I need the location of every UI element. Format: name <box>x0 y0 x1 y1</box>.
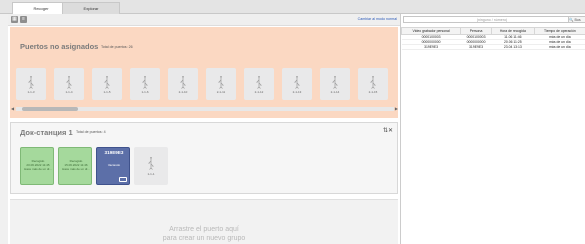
left-panel: ▦ ≡ Cambiar al modo normal Puertos no as… <box>8 14 400 244</box>
scroll-right-icon[interactable]: ▶ <box>395 106 398 111</box>
scroll-thumb[interactable] <box>22 107 78 111</box>
port-label: 2-1-13 <box>292 90 302 94</box>
search-button-label: Bus <box>574 18 581 22</box>
unassigned-port[interactable]: 2-1-10 <box>168 68 198 100</box>
unassigned-title: Puertos no asignados <box>20 42 99 51</box>
port-label: 1-1-1 <box>147 172 155 176</box>
tab-bar: Recoger Explorar <box>0 0 585 14</box>
new-group-dropzone[interactable]: Arrastre el puerto aquí para crear un nu… <box>10 199 398 244</box>
port-label: 2-1-10 <box>178 90 188 94</box>
column-header[interactable]: Persona <box>460 27 492 35</box>
unassigned-port[interactable]: 1-1-5 <box>92 68 122 100</box>
unassigned-port[interactable]: 2-1-11 <box>206 68 236 100</box>
dropzone-text: Arrastre el puerto aquí para crear un nu… <box>10 225 398 243</box>
unassigned-port[interactable]: 2-1-13 <box>282 68 312 100</box>
table-body: 0000100003 0000100003 11.06 11:46 más de un… <box>401 34 585 50</box>
unassigned-port[interactable]: 2-1-14 <box>320 68 350 100</box>
dock-port[interactable]: 319E9E3 Vaciando <box>96 147 130 185</box>
table-header: Video grabador personal Persona Hora de re… <box>400 27 585 35</box>
dock-title: Док-станция 1 <box>20 128 73 137</box>
dock-port[interactable]: 1-1-1 <box>134 147 168 185</box>
port-label: 1-1-4 <box>65 90 73 94</box>
column-header[interactable]: Tiempo de operación <box>533 27 585 35</box>
dropzone-line1: Arrastre el puerto aquí <box>169 226 239 233</box>
port-label: 2-1-14 <box>330 90 340 94</box>
scroll-left-icon[interactable]: ◀ <box>11 106 14 111</box>
dock-port[interactable]: Recogido 20.06.2022 11:45 Hace más de un d… <box>20 147 54 185</box>
column-header[interactable]: Video grabador personal <box>400 27 462 35</box>
table-cell: 319E9E3 <box>401 44 461 50</box>
list-view-icon[interactable]: ≡ <box>20 16 27 23</box>
toolbar: ▦ ≡ Cambiar al modo normal <box>8 14 400 26</box>
unassigned-port[interactable]: 2-1-12 <box>244 68 274 100</box>
port-label: 1-1-5 <box>103 90 111 94</box>
recordings-table: Video grabador personal Persona Hora de re… <box>400 27 585 50</box>
port-label: 2-1-11 <box>216 90 226 94</box>
tab-explorar[interactable]: Explorar <box>62 2 120 14</box>
table-cell: más de un día <box>534 44 585 50</box>
port-age: Hace más de un dí... <box>62 167 90 171</box>
grid-view-icon[interactable]: ▦ <box>11 16 18 23</box>
search-input[interactable]: (ninguno / número) <box>403 16 581 23</box>
port-label: 1-1-3 <box>27 90 35 94</box>
unassigned-port[interactable]: 1-1-6 <box>130 68 160 100</box>
battery-icon <box>119 177 127 182</box>
unassigned-ports-section: Puertos no asignados Total de puertos: 2… <box>10 27 398 118</box>
port-label: 2-1-12 <box>254 90 264 94</box>
close-icon[interactable]: ⇅✕ <box>383 127 393 134</box>
switch-mode-link[interactable]: Cambiar al modo normal <box>358 17 397 21</box>
port-status: Vaciando <box>107 163 121 167</box>
table-cell: 23.04 13:13 <box>491 44 535 50</box>
right-panel: (ninguno / número) 🔍 Bus Video grabador … <box>400 14 585 244</box>
unassigned-port[interactable]: 2-1-15 <box>358 68 388 100</box>
port-label: 2-1-15 <box>368 90 378 94</box>
search-button[interactable]: 🔍 Bus <box>568 16 585 23</box>
port-label: 1-1-6 <box>141 90 149 94</box>
table-row[interactable]: 319E9E3 319E9E3 23.04 13:13 más de un día <box>401 44 585 50</box>
unassigned-port[interactable]: 1-1-4 <box>54 68 84 100</box>
dock-group: Док-станция 1 Total de puertos: 4 ⇅✕ Rec… <box>10 122 398 194</box>
unassigned-port[interactable]: 1-1-3 <box>16 68 46 100</box>
port-age: Hace más de un dí... <box>24 167 52 171</box>
table-cell: 319E9E3 <box>460 44 492 50</box>
unassigned-count: Total de puertos: 26 <box>101 45 133 49</box>
dock-port[interactable]: Recogido 15.06.2022 11:46 Hace más de un d… <box>58 147 92 185</box>
horizontal-scrollbar[interactable]: ◀ ▶ <box>11 106 398 111</box>
dock-count: Total de puertos: 4 <box>76 130 106 134</box>
column-header[interactable]: Hora de recogida <box>490 27 535 35</box>
device-id: 319E9E3 <box>104 150 124 155</box>
dropzone-line2: para crear un nuevo grupo <box>162 235 246 242</box>
